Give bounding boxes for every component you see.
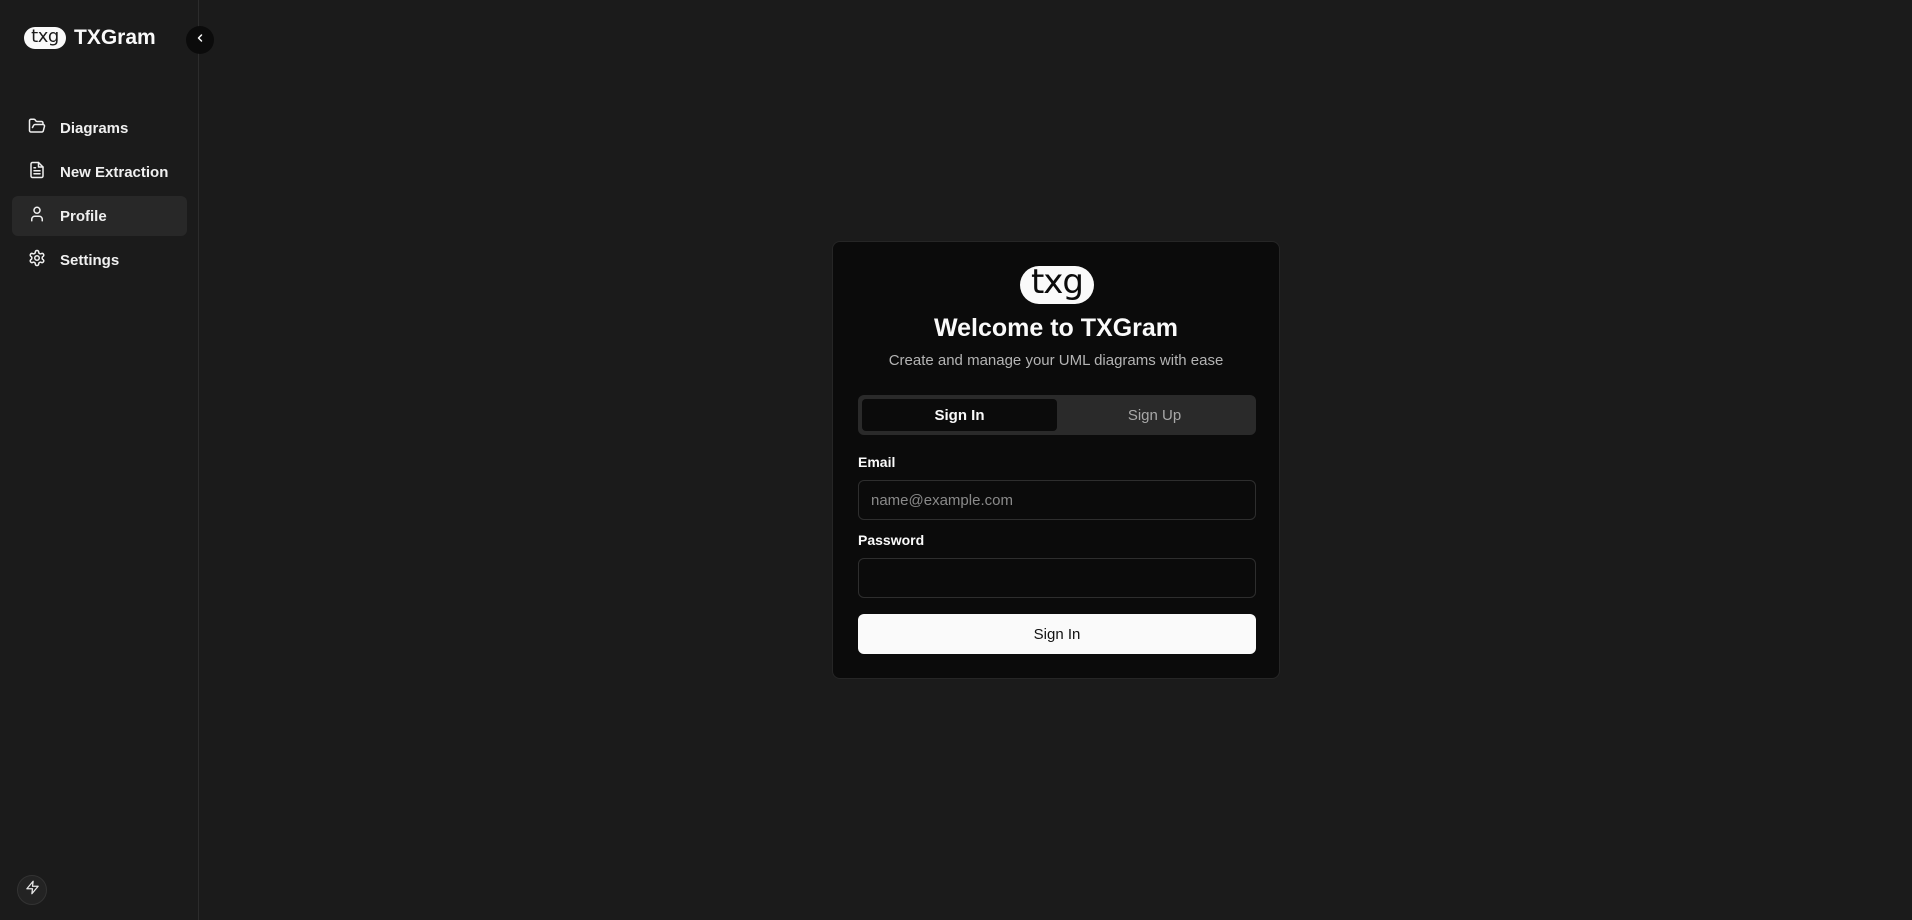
sidebar-item-diagrams[interactable]: Diagrams <box>12 108 187 148</box>
collapse-sidebar-button[interactable] <box>186 26 214 54</box>
app-root: txg TXGram Diagrams New Extraction Profi… <box>0 0 1912 920</box>
sidebar-item-label: Settings <box>60 251 120 269</box>
password-label: Password <box>858 532 925 548</box>
email-label: Email <box>858 454 896 470</box>
brand-logo: txg <box>24 27 66 49</box>
tab-sign-in[interactable]: Sign In <box>862 399 1057 431</box>
sidebar-item-label: Profile <box>60 207 107 225</box>
app-logo: txg <box>1020 262 1094 304</box>
sidebar-item-profile[interactable]: Profile <box>12 196 187 236</box>
user-icon <box>28 205 46 227</box>
email-field[interactable] <box>858 480 1256 520</box>
auth-tabs: Sign In Sign Up <box>858 395 1256 435</box>
chevron-left-icon <box>194 31 206 49</box>
sidebar-item-new-extraction[interactable]: New Extraction <box>12 152 187 192</box>
sidebar: txg TXGram Diagrams New Extraction Profi… <box>0 0 199 920</box>
sidebar-item-settings[interactable]: Settings <box>12 240 187 280</box>
auth-subtitle: Create and manage your UML diagrams with… <box>888 352 1224 369</box>
auth-title: Welcome to TXGram <box>933 314 1179 342</box>
sidebar-item-label: Diagrams <box>60 119 129 137</box>
tab-sign-up[interactable]: Sign Up <box>1057 399 1252 431</box>
brand[interactable]: txg TXGram <box>24 26 156 50</box>
quick-action-button[interactable] <box>17 875 47 905</box>
folder-open-icon <box>28 117 46 139</box>
gear-icon <box>28 249 46 271</box>
password-field[interactable] <box>858 558 1256 598</box>
sidebar-nav: Diagrams New Extraction Profile Settings <box>12 108 187 284</box>
brand-name: TXGram <box>74 26 156 49</box>
sign-in-button[interactable]: Sign In <box>858 614 1256 654</box>
file-text-icon <box>28 161 46 183</box>
bolt-icon <box>25 880 40 900</box>
auth-card: txg Welcome to TXGram Create and manage … <box>832 241 1280 679</box>
sidebar-item-label: New Extraction <box>60 163 169 181</box>
